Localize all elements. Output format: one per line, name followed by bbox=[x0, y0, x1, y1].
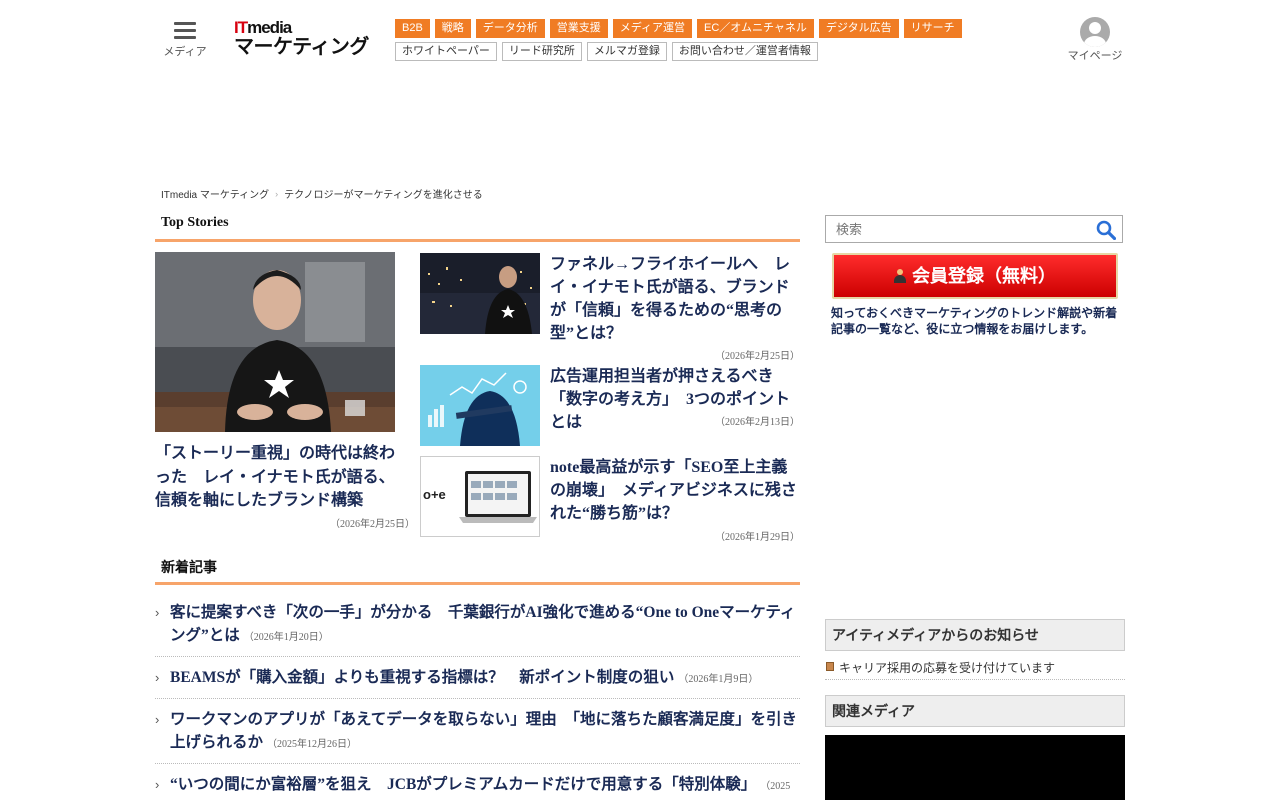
mypage-button[interactable]: マイページ bbox=[1066, 17, 1124, 63]
lead-story-title[interactable]: 「ストーリー重視」の時代は終わった レイ・イナモト氏が語る、信頼を軸にしたブラン… bbox=[155, 442, 405, 513]
top-story-item: 広告運用担当者が押さえるべき「数字の考え方」 3つのポイントとは （2026年2… bbox=[420, 365, 800, 446]
search-box bbox=[825, 215, 1123, 243]
category-sales-support[interactable]: 営業支援 bbox=[549, 19, 608, 38]
chevron-right-icon: › bbox=[155, 670, 160, 685]
note-laptop-photo-icon: o+e bbox=[421, 457, 539, 536]
list-item: › 客に提案すべき「次の一手」が分かる 千葉銀行がAI強化で進める“One to… bbox=[155, 601, 800, 657]
top-story-item: o+e note最高益が示す「SEO至上主義の崩壊」 メディアビジネスに残された… bbox=[420, 456, 800, 546]
category-data-analysis[interactable]: データ分析 bbox=[475, 19, 545, 38]
category-nav: B2B 戦略 データ分析 営業支援 メディア運営 EC／オムニチャネル デジタル… bbox=[395, 19, 962, 38]
news-item-title[interactable]: ワークマンのアプリが「あえてデータを取らない」理由 「地に落ちた顧客満足度」を引… bbox=[170, 711, 797, 751]
sub-nav: ホワイトペーパー リード研究所 メルマガ登録 お問い合わせ／運営者情報 bbox=[395, 42, 818, 61]
logo-site-name: マーケティング bbox=[234, 36, 369, 58]
sub-link-lead-lab[interactable]: リード研究所 bbox=[501, 42, 582, 61]
news-item-date: （2026年1月9日） bbox=[678, 674, 759, 685]
notice-heading: アイティメディアからのお知らせ bbox=[825, 619, 1125, 651]
person-icon bbox=[894, 269, 906, 283]
top-story-title[interactable]: ファネル→フライホイールへ レイ・イナモト氏が語る、ブランドが「信頼」を得るため… bbox=[550, 253, 800, 345]
user-avatar-icon bbox=[1080, 17, 1110, 47]
sub-link-newsletter[interactable]: メルマガ登録 bbox=[586, 42, 667, 61]
sub-link-contact[interactable]: お問い合わせ／運営者情報 bbox=[671, 42, 818, 61]
media-menu-label: メディア bbox=[163, 46, 207, 58]
top-story-item: ファネル→フライホイールへ レイ・イナモト氏が語る、ブランドが「信頼」を得るため… bbox=[420, 253, 800, 362]
news-item-date: （2025 bbox=[760, 781, 791, 792]
news-item-title[interactable]: “いつの間にか富裕層”を狙え JCBがプレミアムカードだけで用意する「特別体験」 bbox=[170, 776, 756, 793]
breadcrumb: ITmedia マーケティング › テクノロジーがマーケティングを進化させる bbox=[161, 186, 483, 202]
hamburger-icon bbox=[174, 22, 196, 39]
list-item: › ワークマンのアプリが「あえてデータを取らない」理由 「地に落ちた顧客満足度」… bbox=[155, 699, 800, 764]
notice-item-label: キャリア採用の応募を受け付けています bbox=[839, 661, 1056, 675]
sub-link-whitepaper[interactable]: ホワイトペーパー bbox=[395, 42, 497, 61]
news-item-date: （2025年12月26日） bbox=[267, 739, 358, 750]
search-icon[interactable] bbox=[1096, 220, 1116, 240]
top-stories-heading: Top Stories bbox=[155, 215, 800, 242]
lead-photo-icon bbox=[155, 252, 395, 432]
notice-item[interactable]: キャリア採用の応募を受け付けています bbox=[825, 657, 1125, 680]
news-item-title[interactable]: BEAMSが「購入金額」よりも重視する指標は？ 新ポイント制度の狙い bbox=[170, 669, 674, 686]
top-story-date: （2026年2月13日） bbox=[715, 417, 800, 428]
chevron-right-icon: › bbox=[155, 605, 160, 620]
related-media-video[interactable] bbox=[825, 735, 1125, 800]
top-story-thumbnail[interactable]: o+e bbox=[420, 456, 540, 537]
chevron-right-icon: › bbox=[155, 777, 160, 792]
news-item-date: （2026年1月20日） bbox=[243, 632, 329, 643]
svg-text:o+e: o+e bbox=[423, 487, 446, 502]
top-story-date: （2026年2月25日） bbox=[715, 351, 800, 362]
lead-story-image[interactable] bbox=[155, 252, 395, 432]
register-button[interactable]: 会員登録（無料） bbox=[832, 253, 1118, 299]
category-strategy[interactable]: 戦略 bbox=[434, 19, 471, 38]
chevron-right-icon: › bbox=[155, 712, 160, 727]
logo-itmedia: ITmedia bbox=[234, 18, 292, 37]
list-item: › “いつの間にか富裕層”を狙え JCBがプレミアムカードだけで用意する「特別体… bbox=[155, 764, 800, 796]
category-b2b[interactable]: B2B bbox=[395, 19, 430, 38]
bullet-square-icon bbox=[826, 662, 834, 671]
top-story-thumbnail[interactable] bbox=[420, 253, 540, 334]
search-input[interactable] bbox=[826, 216, 1086, 242]
related-media-heading: 関連メディア bbox=[825, 695, 1125, 727]
top-story-thumbnail[interactable] bbox=[420, 365, 540, 446]
top-story-date: （2026年1月29日） bbox=[715, 532, 800, 543]
lead-story-date: （2026年2月25日） bbox=[330, 519, 415, 530]
analytics-photo-icon bbox=[420, 365, 540, 446]
register-label: 会員登録（無料） bbox=[912, 266, 1056, 286]
breadcrumb-separator-icon: › bbox=[275, 188, 279, 199]
category-media-operation[interactable]: メディア運営 bbox=[612, 19, 693, 38]
breadcrumb-home[interactable]: ITmedia マーケティング bbox=[161, 186, 269, 201]
media-menu-button[interactable]: メディア bbox=[162, 22, 208, 59]
category-ec-omnichannel[interactable]: EC／オムニチャネル bbox=[697, 19, 814, 38]
top-story-title[interactable]: note最高益が示す「SEO至上主義の崩壊」 メディアビジネスに残された“勝ち筋… bbox=[550, 456, 800, 525]
news-heading: 新着記事 bbox=[155, 557, 800, 585]
site-logo[interactable]: ITmedia マーケティング bbox=[234, 19, 369, 58]
mypage-label: マイページ bbox=[1067, 50, 1123, 62]
category-research[interactable]: リサーチ bbox=[903, 19, 962, 38]
register-description: 知っておくべきマーケティングのトレンド解説や新着記事の一覧など、役に立つ情報をお… bbox=[831, 306, 1118, 336]
list-item: › BEAMSが「購入金額」よりも重視する指標は？ 新ポイント制度の狙い （20… bbox=[155, 657, 800, 699]
category-digital-ads[interactable]: デジタル広告 bbox=[818, 19, 899, 38]
breadcrumb-current: テクノロジーがマーケティングを進化させる bbox=[284, 190, 483, 201]
night-city-photo-icon bbox=[420, 253, 540, 334]
news-list: › 客に提案すべき「次の一手」が分かる 千葉銀行がAI強化で進める“One to… bbox=[155, 601, 800, 796]
